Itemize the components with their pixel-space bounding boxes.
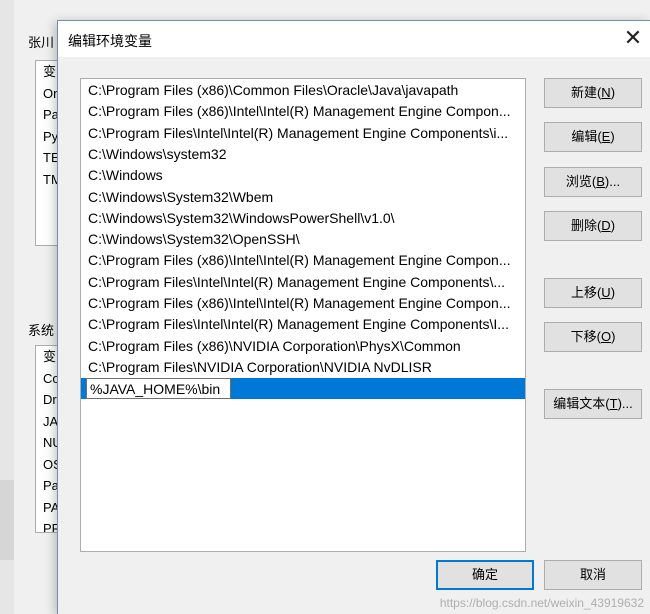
edit-text-button-end: )... xyxy=(617,396,633,411)
move-down-button[interactable]: 下移(O) xyxy=(544,322,642,352)
move-down-button-label: 下移( xyxy=(570,329,601,344)
path-row[interactable]: C:\Program Files\Intel\Intel(R) Manageme… xyxy=(81,272,525,293)
path-row[interactable]: C:\Windows\System32\OpenSSH\ xyxy=(81,229,525,250)
browse-button-end: )... xyxy=(604,174,621,189)
new-button[interactable]: 新建(N) xyxy=(544,78,642,108)
path-row[interactable]: C:\Windows\system32 xyxy=(81,144,525,165)
path-row[interactable]: C:\Windows\System32\Wbem xyxy=(81,187,525,208)
browse-button-label: 浏览( xyxy=(565,174,597,189)
path-row[interactable]: C:\Program Files (x86)\Common Files\Orac… xyxy=(81,80,525,101)
new-button-key: N xyxy=(601,85,611,100)
path-row[interactable]: C:\Program Files\NVIDIA Corporation\NVID… xyxy=(81,357,525,378)
path-row[interactable]: C:\Windows\System32\WindowsPowerShell\v1… xyxy=(81,208,525,229)
dialog-titlebar[interactable]: 编辑环境变量 ✕ xyxy=(58,21,650,57)
edit-button[interactable]: 编辑(E) xyxy=(544,122,642,152)
background-edge xyxy=(0,0,14,614)
edit-text-button-label: 编辑文本( xyxy=(553,396,610,411)
watermark: https://blog.csdn.net/weixin_43919632 xyxy=(439,596,644,610)
move-up-button-key: U xyxy=(601,285,611,300)
edit-button-label: 编辑( xyxy=(571,129,602,144)
delete-button-label: 删除( xyxy=(570,218,602,233)
path-row[interactable]: C:\Program Files (x86)\NVIDIA Corporatio… xyxy=(81,336,525,357)
move-down-button-end: ) xyxy=(611,329,616,344)
path-row[interactable]: C:\Program Files\Intel\Intel(R) Manageme… xyxy=(81,123,525,144)
move-up-button-label: 上移( xyxy=(570,285,602,300)
path-row[interactable]: C:\Program Files (x86)\Intel\Intel(R) Ma… xyxy=(81,250,525,271)
new-button-end: ) xyxy=(610,85,616,100)
edit-text-button-key: T xyxy=(609,396,618,411)
dialog-title: 编辑环境变量 xyxy=(68,33,152,49)
path-row[interactable]: C:\Windows xyxy=(81,165,525,186)
path-row[interactable]: C:\Program Files (x86)\Intel\Intel(R) Ma… xyxy=(81,101,525,122)
edit-button-end: ) xyxy=(610,129,615,144)
new-button-label: 新建( xyxy=(570,85,602,100)
move-up-button[interactable]: 上移(U) xyxy=(544,278,642,308)
ok-button[interactable]: 确定 xyxy=(436,560,534,590)
cancel-button[interactable]: 取消 xyxy=(544,560,642,590)
edit-text-button[interactable]: 编辑文本(T)... xyxy=(544,389,642,419)
user-vars-group-label: 张川 xyxy=(28,35,55,50)
delete-button-end: ) xyxy=(610,218,616,233)
delete-button[interactable]: 删除(D) xyxy=(544,211,642,241)
move-down-button-key: O xyxy=(600,329,612,344)
path-list[interactable]: C:\Program Files (x86)\Common Files\Orac… xyxy=(80,78,526,552)
path-row[interactable]: C:\Program Files (x86)\Intel\Intel(R) Ma… xyxy=(81,293,525,314)
delete-button-key: D xyxy=(601,218,611,233)
system-vars-group-label: 系统 xyxy=(28,323,55,338)
browse-button[interactable]: 浏览(B)... xyxy=(544,167,642,197)
move-up-button-end: ) xyxy=(610,285,616,300)
path-row[interactable]: C:\Program Files\Intel\Intel(R) Manageme… xyxy=(81,314,525,335)
browse-button-key: B xyxy=(596,174,605,189)
close-icon[interactable]: ✕ xyxy=(616,21,650,55)
path-edit-input[interactable] xyxy=(86,378,231,400)
edit-env-var-dialog: 编辑环境变量 ✕ C:\Program Files (x86)\Common F… xyxy=(57,20,650,614)
